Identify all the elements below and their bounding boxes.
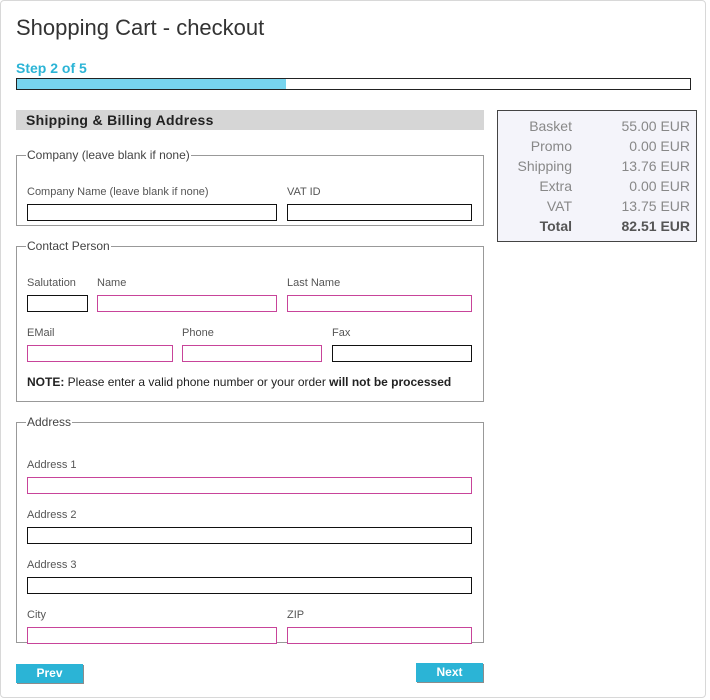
prev-button[interactable]: Prev <box>16 664 83 683</box>
zip-input[interactable] <box>287 627 472 644</box>
summary-label: Shipping <box>517 158 573 174</box>
summary-total-value: 82.51 EUR <box>621 218 690 234</box>
contact-fieldset: Contact Person Salutation Name Last Name… <box>16 239 484 402</box>
contact-legend: Contact Person <box>27 239 110 253</box>
summary-label: Promo <box>530 138 572 154</box>
summary-row-shipping: Shipping 13.76 EUR <box>498 158 696 178</box>
email-input[interactable] <box>27 345 173 362</box>
city-input[interactable] <box>27 627 277 644</box>
fax-label: Fax <box>332 327 351 339</box>
name-input[interactable] <box>97 295 277 312</box>
summary-row-vat: VAT 13.75 EUR <box>498 198 696 218</box>
zip-label: ZIP <box>287 609 305 621</box>
fax-input[interactable] <box>332 345 472 362</box>
phone-label: Phone <box>182 327 214 339</box>
last-name-input[interactable] <box>287 295 472 312</box>
name-label: Name <box>97 277 127 289</box>
summary-row-total: Total 82.51 EUR <box>498 218 696 238</box>
summary-label: Extra <box>539 178 572 194</box>
address1-input[interactable] <box>27 477 472 494</box>
email-label: EMail <box>27 327 55 339</box>
progress-bar <box>16 78 691 90</box>
salutation-label: Salutation <box>27 277 76 289</box>
note-emphasis: will not be processed <box>329 375 452 389</box>
summary-row-promo: Promo 0.00 EUR <box>498 138 696 158</box>
salutation-input[interactable] <box>27 295 88 312</box>
address2-label: Address 2 <box>27 509 77 521</box>
summary-value: 55.00 EUR <box>621 118 690 134</box>
company-legend: Company (leave blank if none) <box>27 148 190 162</box>
summary-row-basket: Basket 55.00 EUR <box>498 118 696 138</box>
phone-input[interactable] <box>182 345 322 362</box>
step-indicator: Step 2 of 5 <box>16 60 87 76</box>
page-title: Shopping Cart - checkout <box>16 15 265 40</box>
summary-value: 0.00 EUR <box>629 138 690 154</box>
company-name-input[interactable] <box>27 204 277 221</box>
address-legend: Address <box>27 415 72 429</box>
vat-id-input[interactable] <box>287 204 472 221</box>
company-fieldset: Company (leave blank if none) Company Na… <box>16 148 484 226</box>
city-label: City <box>27 609 46 621</box>
summary-value: 13.76 EUR <box>621 158 690 174</box>
next-button[interactable]: Next <box>416 663 483 682</box>
address3-input[interactable] <box>27 577 472 594</box>
phone-note: NOTE: Please enter a valid phone number … <box>27 375 451 389</box>
summary-label: Basket <box>529 118 572 134</box>
last-name-label: Last Name <box>287 277 341 289</box>
note-prefix: NOTE: <box>27 375 65 389</box>
company-name-label: Company Name (leave blank if none) <box>27 186 209 198</box>
summary-value: 0.00 EUR <box>629 178 690 194</box>
summary-label: VAT <box>546 198 572 214</box>
order-summary: Basket 55.00 EUR Promo 0.00 EUR Shipping… <box>497 110 697 242</box>
address-fieldset: Address Address 1 Address 2 Address 3 Ci… <box>16 415 484 644</box>
progress-bar-fill <box>17 79 287 89</box>
summary-total-label: Total <box>539 218 572 234</box>
address2-input[interactable] <box>27 527 472 544</box>
summary-row-extra: Extra 0.00 EUR <box>498 178 696 198</box>
section-header: Shipping & Billing Address <box>16 110 484 130</box>
note-text: Please enter a valid phone number or you… <box>64 375 330 389</box>
address1-label: Address 1 <box>27 459 77 471</box>
summary-value: 13.75 EUR <box>621 198 690 214</box>
vat-id-label: VAT ID <box>287 186 321 198</box>
address3-label: Address 3 <box>27 559 77 571</box>
